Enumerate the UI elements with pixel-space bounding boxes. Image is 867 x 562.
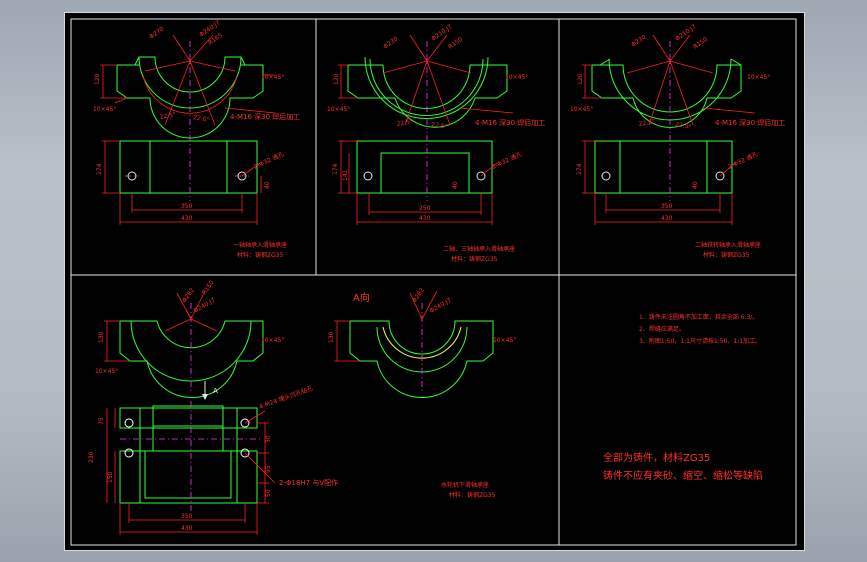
dim-label: 22.5° <box>675 121 692 131</box>
dim-label: 430 <box>661 215 673 222</box>
dim-label: 22.5° <box>159 111 176 121</box>
caption-line: 材料：铸钢ZG35 <box>237 251 284 259</box>
view-arrow <box>202 381 208 400</box>
note-line: 2、焊缝应满足。 <box>639 325 685 333</box>
dim-label: 10×45° <box>570 106 593 113</box>
dim-label: 22.5° <box>638 118 655 128</box>
dim-label: 4-M24 埋头沉孔钻孔 <box>258 384 314 411</box>
dim-label: Φ240.J7 <box>193 297 217 315</box>
dim-label: 75 <box>98 417 105 425</box>
dim-label: Φ270 <box>148 26 165 41</box>
section-view-label: A向 <box>353 291 370 304</box>
dim-label: Φ210.J7 <box>430 23 454 42</box>
dim-label: Φ230 <box>630 34 647 49</box>
dim-label: 350 <box>181 513 193 520</box>
dim-label: 95 <box>265 465 272 473</box>
caption-line: 材料：铸钢ZG35 <box>703 251 750 259</box>
bearing-front-view <box>102 135 262 225</box>
dim-label: 40 <box>452 181 459 189</box>
dim-label: 50 <box>265 489 272 497</box>
panel-2: Φ230 Φ210.J7 R150 120 10×45° 10×45° 22.5… <box>327 23 545 263</box>
note-line: 1、铸件未注圆角不加工面，其余全部 6.3/。 <box>639 313 758 321</box>
dim-label: 10×45° <box>327 106 350 113</box>
caption-line: 一轴轴承入滑轴承座 <box>233 241 287 249</box>
caption-line: 二轴铁转轴承入滑轴承座 <box>695 241 761 249</box>
dim-label: 2-Φ32 通孔 <box>490 150 523 171</box>
dim-label: 4-M16 深30 焊后加工 <box>715 118 785 127</box>
dim-label: 10×45° <box>93 106 116 113</box>
dim-label: 150 <box>107 471 114 483</box>
dim-label: 2-Φ32 通孔 <box>726 150 759 171</box>
dim-label: 10×45° <box>505 74 528 81</box>
dim-label: 174 <box>96 163 103 175</box>
caption-line: 材料：铸钢ZG35 <box>449 491 496 499</box>
dim-label: 430 <box>419 215 431 222</box>
dim-label: 174 <box>332 163 339 175</box>
panel-4: Φ282 R150 Φ240.J7 130 10×45° 10×45° A 4-… <box>88 279 516 535</box>
dim-label: 10×45° <box>747 74 770 81</box>
bearing-section-view <box>334 290 494 398</box>
dim-label: R150 <box>692 36 709 51</box>
dim-label: 230 <box>88 451 95 463</box>
dim-label: 10×45° <box>261 337 284 344</box>
dim-label: 120 <box>333 73 340 85</box>
bearing-front-view <box>582 135 736 225</box>
main-note: 全部为铸件，材料ZG35 <box>603 451 710 464</box>
dim-label: R150 <box>447 36 464 51</box>
dim-label: 130 <box>328 331 335 343</box>
dim-label: 30 <box>265 435 272 443</box>
dim-label: 10×45° <box>493 337 516 344</box>
notes-panel: 1、铸件未注圆角不加工面，其余全部 6.3/。 2、焊缝应满足。 3、附图1:5… <box>603 313 763 482</box>
panel-1: Φ270 Φ240.J7 R165 120 10×45° 10×45° 22.5… <box>93 19 300 259</box>
dim-label: Φ230 <box>382 36 399 51</box>
dim-label: 141 <box>342 169 349 181</box>
dim-label: 174 <box>576 163 583 175</box>
dim-label: 2-Φ18H7 与V配作 <box>279 478 338 487</box>
dim-label: 430 <box>181 525 193 532</box>
inner-frame <box>70 18 797 546</box>
dim-label: 22.5° <box>396 118 413 128</box>
dim-label: 4-M16 深30 焊后加工 <box>475 118 545 127</box>
bearing-front-view <box>338 135 498 225</box>
bearing-top-view <box>104 290 264 398</box>
dim-label: 10×45° <box>95 368 118 375</box>
bearing-top-view <box>100 34 276 139</box>
panel-3: Φ230 Φ210.J7 R150 120 10×45° 10×45° 22.5… <box>570 23 785 259</box>
dim-label: 4-M16 深30 焊后加工 <box>230 112 300 121</box>
dim-label: 22.0° <box>193 114 210 124</box>
dim-label: 350 <box>181 203 193 210</box>
dim-label: 120 <box>577 73 584 85</box>
dim-label: 250 <box>419 205 431 212</box>
dim-label: 10×45° <box>261 74 284 81</box>
dim-label: R165 <box>207 32 224 47</box>
dim-label: 430 <box>181 215 193 222</box>
caption-line: 二轴、三轴轴承入滑轴承座 <box>443 245 515 253</box>
dim-label: R150 <box>201 279 216 296</box>
drawing-sheet: Φ270 Φ240.J7 R165 120 10×45° 10×45° 22.5… <box>64 12 805 551</box>
dim-label: 40 <box>264 181 271 189</box>
view-arrow-label: A <box>213 387 218 395</box>
dim-label: 350 <box>661 203 673 210</box>
caption-line: 水轮机下滑轴承座 <box>441 481 489 489</box>
caption-line: 材料：铸钢ZG35 <box>451 255 498 263</box>
dim-label: Φ282 <box>181 287 196 304</box>
dim-label: 130 <box>98 331 105 343</box>
cad-drawing: Φ270 Φ240.J7 R165 120 10×45° 10×45° 22.5… <box>70 18 797 546</box>
dim-label: 40 <box>692 181 699 189</box>
dim-label: 120 <box>94 73 101 85</box>
note-line: 3、附图1:50，1:1尺寸请按1:50，1:1加工。 <box>639 337 761 345</box>
main-note: 铸件不应有夹砂、缩空、缩松等缺陷 <box>603 469 763 482</box>
dim-label: 22.5° <box>431 121 448 131</box>
dim-label: Φ282 <box>411 287 426 304</box>
